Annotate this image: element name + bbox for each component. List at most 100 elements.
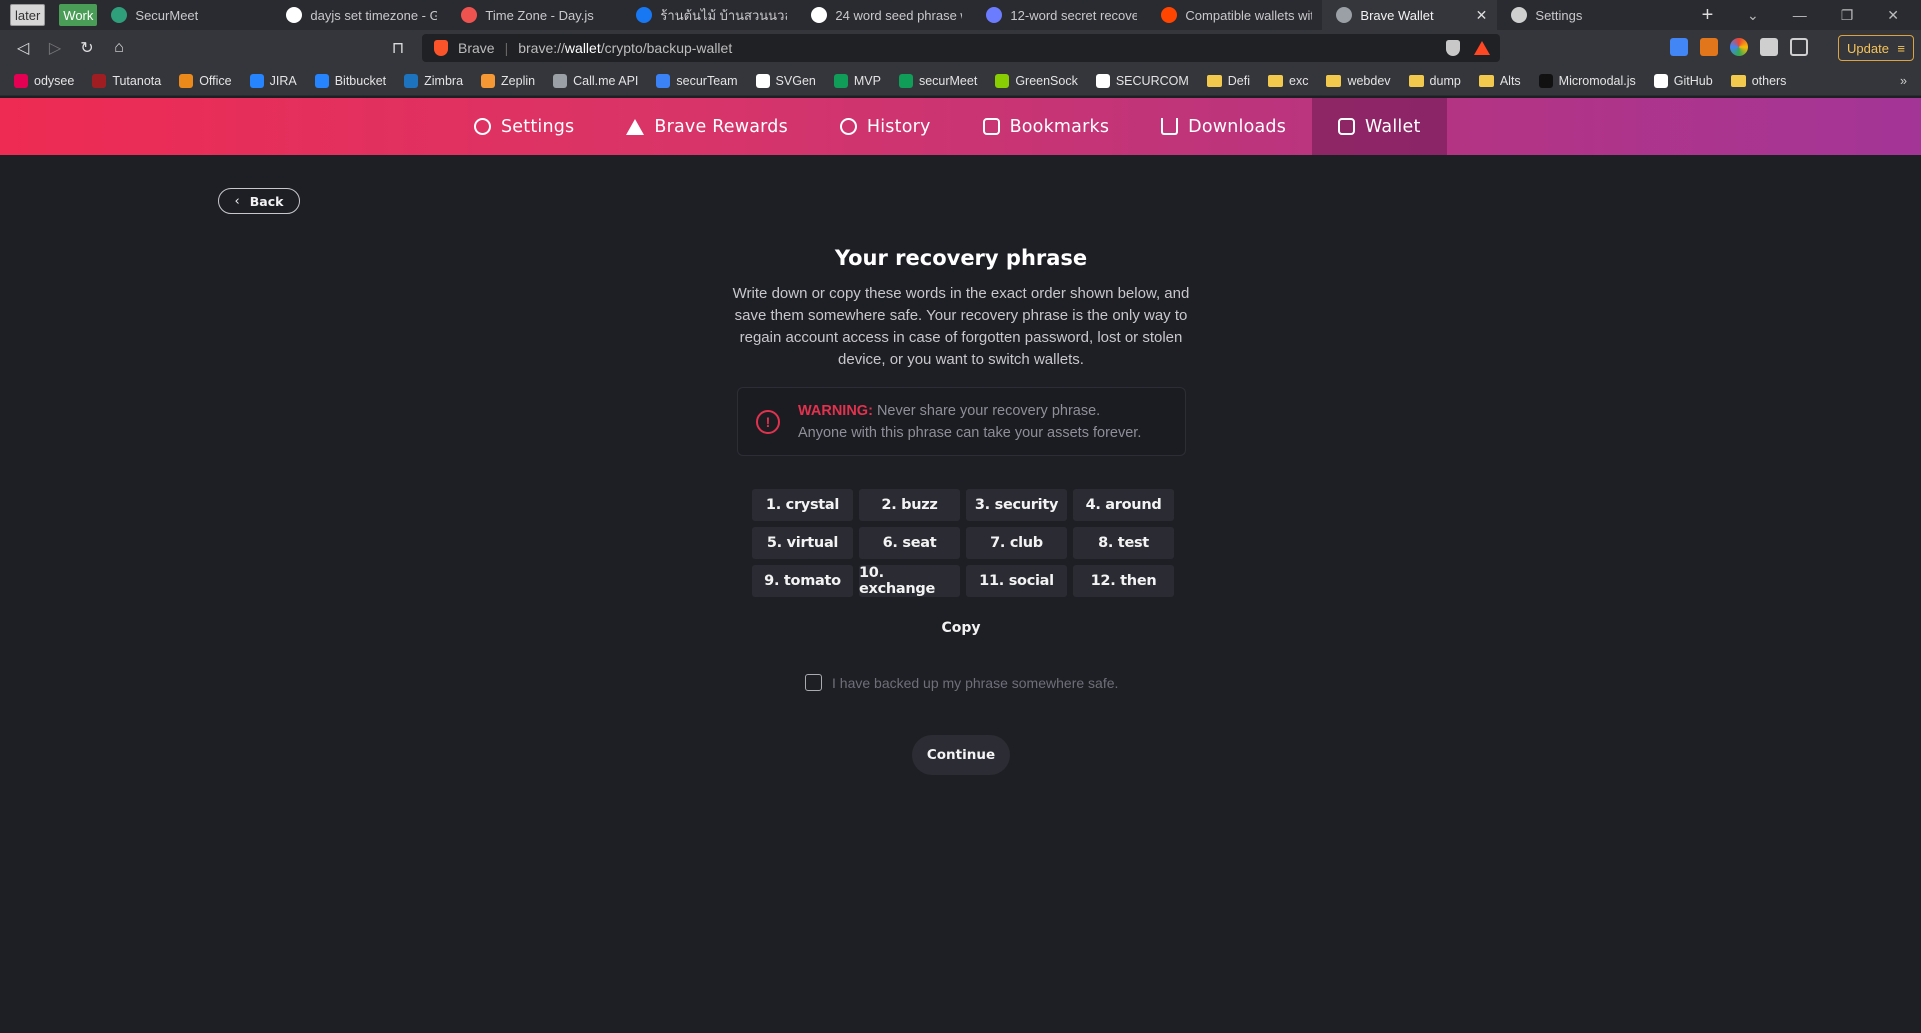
gear-icon — [474, 118, 491, 135]
browser-tab[interactable]: 24 word seed phrase wall — [797, 0, 972, 30]
phrase-word: 5. virtual — [752, 527, 853, 559]
reddit-icon — [1161, 7, 1178, 23]
browser-tab[interactable]: ร้านต้นไม้ บ้านสวนนวลศรี | Fac — [622, 0, 797, 30]
bitbucket-icon — [314, 73, 329, 88]
bookmark-label: Micromodal.js — [1558, 73, 1636, 88]
brave-shields-icon[interactable] — [1446, 40, 1460, 56]
bookmark-item[interactable]: Alts — [1478, 74, 1521, 88]
bookmark-item[interactable]: webdev — [1326, 74, 1391, 88]
bookmark-item[interactable]: Tutanota — [92, 73, 161, 88]
bookmark-item[interactable]: SECURCOM — [1095, 73, 1189, 88]
tutanota-icon — [92, 73, 107, 88]
nav-wallet[interactable]: Wallet — [1312, 98, 1447, 155]
bookmark-label: SECURCOM — [1115, 73, 1189, 88]
bookmark-item[interactable]: odysee — [14, 73, 74, 88]
browser-tab[interactable]: Brave Wallet ✕ — [1322, 0, 1498, 30]
nav-bookmarks[interactable]: Bookmarks — [957, 98, 1136, 155]
copy-button[interactable]: Copy — [720, 620, 1202, 636]
nav-history[interactable]: History — [814, 98, 957, 155]
bookmark-item[interactable]: GreenSock — [995, 73, 1078, 88]
nav-brave-rewards[interactable]: Brave Rewards — [600, 98, 814, 155]
tab-search-icon[interactable]: ⌄ — [1747, 7, 1759, 24]
recovery-phrase-grid: 1. crystal 2. buzz 3. security 4. around… — [752, 489, 1174, 597]
extensions-puzzle-icon[interactable] — [1760, 38, 1778, 56]
bookmark-label: Defi — [1227, 73, 1250, 88]
wallet-toolbar-icon[interactable] — [1790, 38, 1808, 56]
browser-tab[interactable]: dayjs set timezone - Goog — [272, 0, 447, 30]
address-bar[interactable]: Brave | brave://wallet/crypto/backup-wal… — [422, 34, 1500, 62]
folder-icon — [1326, 74, 1342, 87]
phrase-word: 9. tomato — [752, 565, 853, 597]
tab-title: 24 word seed phrase wall — [835, 7, 962, 23]
restore-icon[interactable]: ❐ — [1841, 7, 1854, 24]
bookmark-label: GreenSock — [1015, 73, 1078, 88]
update-label: Update — [1847, 40, 1889, 56]
bookmark-item[interactable]: Defi — [1206, 73, 1250, 88]
bookmark-label: securMeet — [918, 73, 978, 88]
bookmark-item[interactable]: exc — [1268, 74, 1308, 88]
chevron-left-icon: ‹ — [234, 193, 240, 209]
minimize-icon[interactable]: — — [1793, 7, 1807, 23]
close-tab-icon[interactable]: ✕ — [1476, 7, 1488, 24]
github-icon — [1653, 73, 1668, 88]
tab-title: dayjs set timezone - Goog — [310, 7, 438, 23]
nav-settings[interactable]: Settings — [448, 98, 600, 155]
tab-strip: later Work SecurMeet dayjs set timezone -… — [0, 0, 1921, 30]
update-button[interactable]: Update ≡ — [1838, 35, 1914, 61]
folder-icon — [1730, 74, 1746, 87]
bookmark-item[interactable]: Micromodal.js — [1538, 73, 1636, 88]
bookmark-item[interactable]: securTeam — [656, 73, 738, 88]
new-tab-button[interactable]: + — [1692, 4, 1722, 27]
bookmark-item[interactable]: securMeet — [898, 73, 978, 88]
color-extension-icon[interactable] — [1730, 38, 1748, 56]
gear-icon — [1511, 7, 1528, 23]
back-button[interactable]: ‹ Back — [218, 188, 300, 214]
phrase-word: 2. buzz — [859, 489, 960, 521]
bookmark-item[interactable]: MVP — [833, 73, 881, 88]
back-arrow-icon[interactable]: ◁ — [7, 32, 39, 64]
history-icon — [839, 118, 857, 135]
greensock-icon — [995, 73, 1010, 88]
browser-tab[interactable]: Settings — [1497, 0, 1672, 30]
jira-icon — [249, 73, 264, 88]
bookmark-item[interactable]: Zimbra — [404, 73, 463, 88]
nav-downloads[interactable]: Downloads — [1135, 98, 1312, 155]
close-window-icon[interactable]: ✕ — [1887, 7, 1899, 24]
forward-arrow-icon[interactable]: ▷ — [39, 32, 71, 64]
bookmark-list: odysee Tutanota Office JIRA Bitbucket Zimbra Z… — [14, 73, 1804, 88]
continue-button[interactable]: Continue — [912, 735, 1010, 775]
metamask-extension-icon[interactable] — [1700, 38, 1718, 56]
bookmark-item[interactable]: others — [1730, 73, 1787, 88]
browser-tab[interactable]: Compatible wallets with 2 — [1147, 0, 1322, 30]
browser-toolbar: ◁ ▷ ↻ ⌂ ⊓ Brave | brave://wallet/crypto/… — [0, 30, 1921, 66]
reload-icon[interactable]: ↻ — [71, 32, 103, 64]
pinned-tab-work[interactable]: Work — [59, 4, 98, 26]
pinned-tab-later[interactable]: later — [10, 4, 46, 26]
ethereum-icon — [986, 7, 1003, 23]
translate-extension-icon[interactable] — [1670, 38, 1688, 56]
bookmark-label: GitHub — [1673, 73, 1713, 88]
bookmark-label: Office — [199, 73, 232, 88]
browser-tab[interactable]: Time Zone - Day.js — [447, 0, 622, 30]
rewards-icon — [626, 118, 645, 135]
bookmark-item[interactable]: JIRA — [249, 73, 297, 88]
phrase-word: 7. club — [966, 527, 1067, 559]
bookmark-item[interactable]: Zeplin — [481, 73, 535, 88]
browser-tab[interactable]: SecurMeet — [97, 0, 272, 30]
bookmark-item[interactable]: Bitbucket — [314, 73, 386, 88]
bookmark-item[interactable]: SVGen — [755, 73, 816, 88]
bookmark-item[interactable]: Call.me API — [553, 73, 638, 88]
google-icon — [286, 7, 303, 23]
brave-rewards-icon[interactable] — [1474, 41, 1490, 55]
bookmark-item[interactable]: GitHub — [1653, 73, 1713, 88]
home-icon[interactable]: ⌂ — [103, 32, 135, 64]
bookmark-page-icon[interactable]: ⊓ — [382, 32, 414, 64]
backup-acknowledgement[interactable]: I have backed up my phrase somewhere saf… — [805, 674, 1118, 691]
backup-checkbox[interactable] — [805, 674, 822, 691]
bookmark-label: others — [1751, 73, 1787, 88]
window-controls: ⌄ — ❐ ✕ — [1747, 7, 1921, 24]
bookmark-item[interactable]: dump — [1408, 74, 1461, 88]
bookmark-item[interactable]: Office — [179, 73, 232, 88]
browser-tab[interactable]: 12-word secret recovery p — [972, 0, 1147, 30]
bookmarks-overflow-icon[interactable]: » — [1900, 74, 1921, 88]
